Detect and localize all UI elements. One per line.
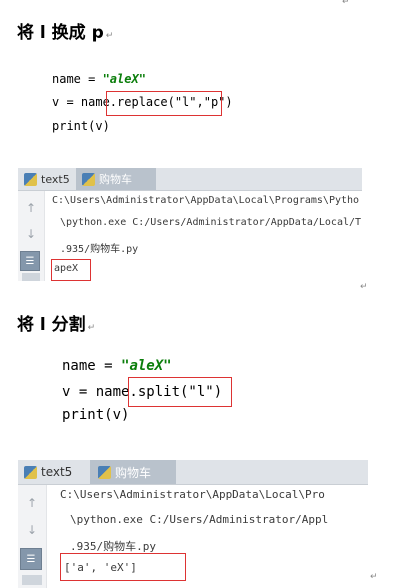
highlight-box-replace-output [51,259,91,281]
console-path-line-3: .935/购物车.py [60,244,139,255]
tab-text5[interactable]: text5 [24,168,84,190]
console-path-line-3: .935/购物车.py [70,540,156,553]
code-line-1: name = "aleX" [52,72,146,86]
arrow-down-icon[interactable]: ↓ [22,225,40,243]
tab-text5[interactable]: text5 [24,460,90,484]
tab-label: 购物车 [115,465,152,480]
code-line-3: print(v) [62,407,130,423]
code-line-3: print(v) [52,119,110,133]
soft-wrap-icon[interactable]: ☰ [20,251,40,271]
console-path-line-1: C:\Users\Administrator\AppData\Local\Pro [60,488,325,501]
highlight-box-split-call [128,377,232,407]
scroll-end-icon[interactable] [22,575,42,585]
paragraph-mark: ↵ [342,0,350,7]
paragraph-mark: ↵ [370,572,378,582]
paragraph-mark: ↵ [87,323,96,333]
paragraph-mark: ↵ [105,31,114,41]
highlight-box-replace-call [106,91,222,116]
arrow-up-icon[interactable]: ↑ [22,199,40,217]
string-literal: "aleX" [121,358,172,374]
code-text: name = [52,72,103,86]
heading-text: 将 l 分割 [17,315,86,335]
console-path-line-1: C:\Users\Administrator\AppData\Local\Pro… [52,195,360,206]
run-tab-bar: text5 购物车 [18,168,362,191]
console-path-line-2: \python.exe C:/Users/Administrator/Appl [70,513,329,526]
python-file-icon [24,172,37,186]
code-text: name = [62,358,122,374]
python-file-icon [24,465,37,479]
arrow-down-icon[interactable]: ↓ [22,520,42,540]
code-text: v = name. [62,384,138,400]
tab-shopping-cart[interactable]: 购物车 [76,168,156,190]
run-tab-bar: text5 购物车 [18,460,368,485]
python-file-icon [98,465,111,479]
tab-shopping-cart[interactable]: 购物车 [90,460,176,484]
soft-wrap-icon[interactable]: ☰ [20,548,42,570]
python-file-icon [82,172,95,186]
string-literal: "aleX" [102,72,146,86]
section-heading-replace: 将 l 换成 p ↵ [17,18,113,43]
highlight-box-split-output [60,553,186,581]
section-heading-split: 将 l 分割 ↵ [17,310,95,335]
heading-text: 将 l 换成 p [17,23,104,43]
scroll-end-icon[interactable] [22,273,40,281]
tab-label: 购物车 [99,173,132,186]
tab-label: text5 [41,465,73,479]
paragraph-mark: ↵ [360,282,368,292]
arrow-up-icon[interactable]: ↑ [22,493,42,513]
tab-label: text5 [41,172,70,186]
console-path-line-2: \python.exe C:/Users/Administrator/AppDa… [60,217,362,228]
code-line-1: name = "aleX" [62,358,172,374]
